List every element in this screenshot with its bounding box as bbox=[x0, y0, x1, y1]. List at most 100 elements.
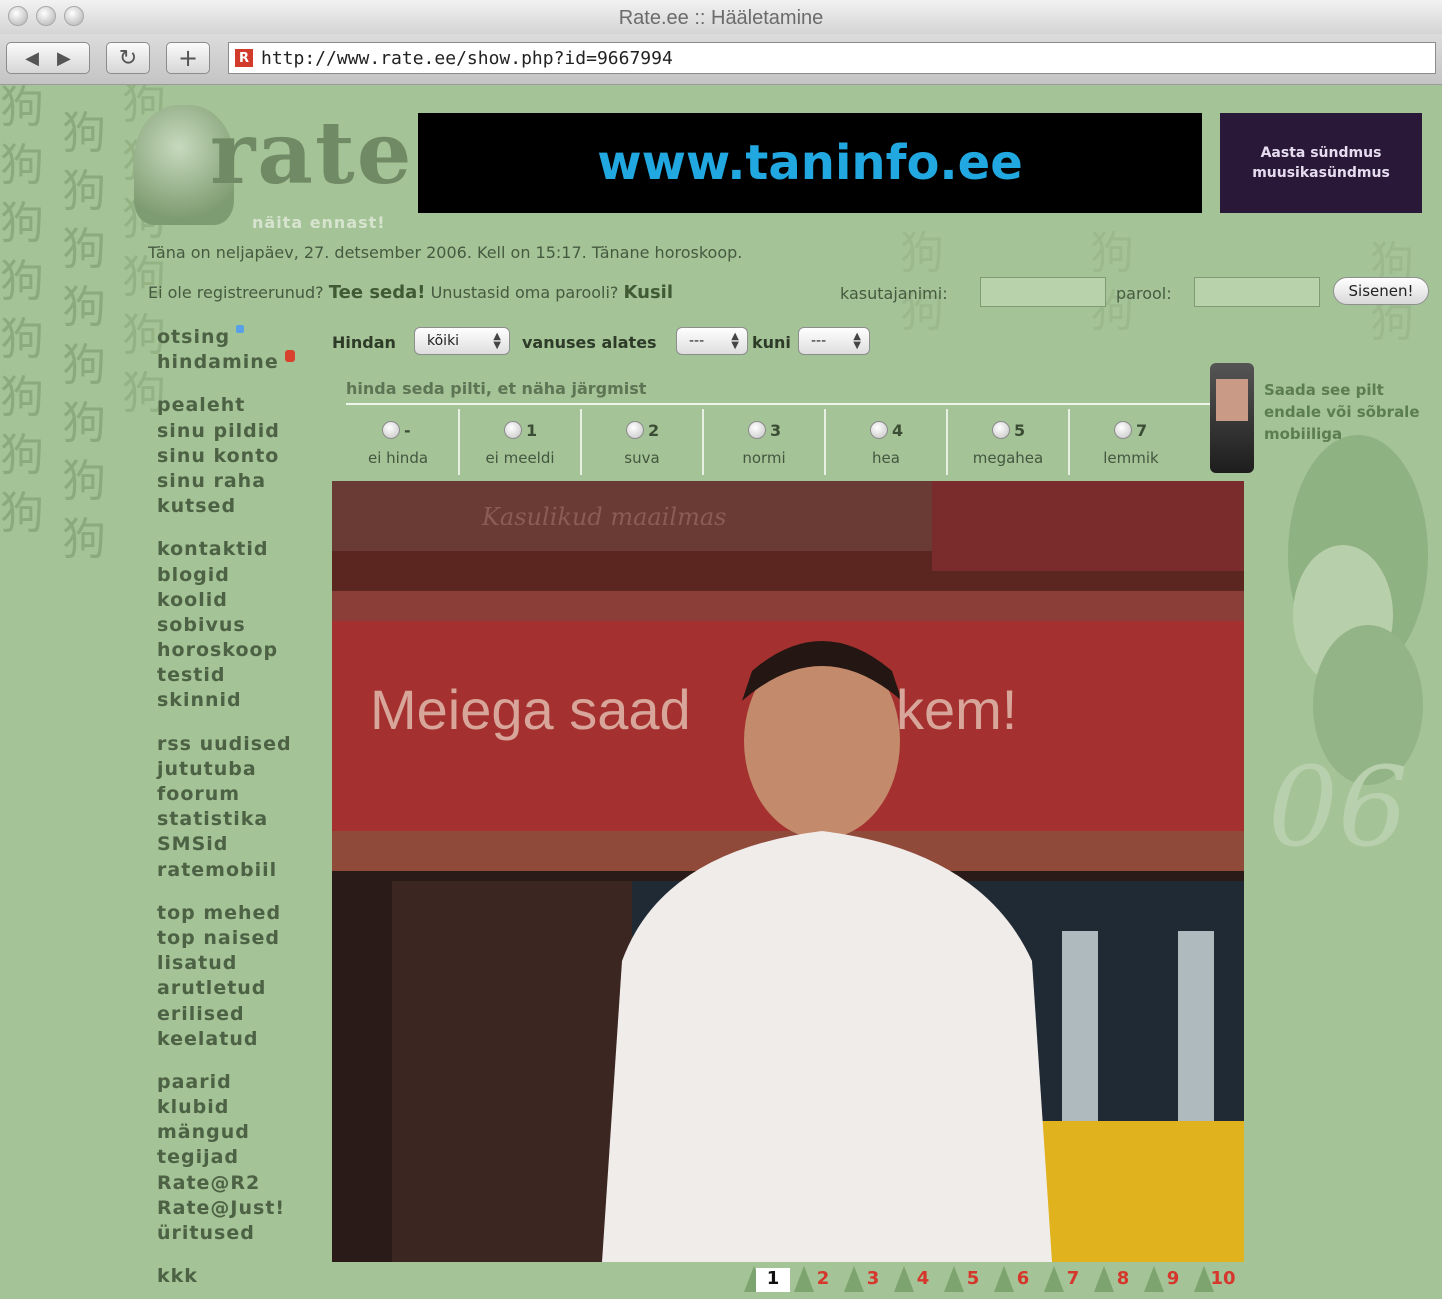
nav-item[interactable]: pealeht bbox=[157, 393, 327, 418]
back-arrow-icon[interactable]: ◀ bbox=[25, 48, 39, 69]
nav-item[interactable]: klubid bbox=[157, 1095, 327, 1120]
address-bar[interactable]: R http://www.rate.ee/show.php?id=9667994 bbox=[228, 42, 1436, 74]
register-question: Ei ole registreerunud? bbox=[148, 283, 324, 302]
nav-item[interactable]: sinu konto bbox=[157, 444, 327, 469]
side-ad-line1: Aasta sündmus bbox=[1260, 145, 1382, 161]
favicon-icon: R bbox=[235, 49, 253, 67]
nav-item[interactable]: top mehed bbox=[157, 901, 327, 926]
ad-banner[interactable]: www.taninfo.ee bbox=[418, 113, 1202, 213]
rating-option[interactable]: 3 normi bbox=[704, 409, 826, 475]
rating-option[interactable]: - ei hinda bbox=[338, 409, 460, 475]
rating-option[interactable]: 5 megahea bbox=[948, 409, 1070, 475]
nav-item[interactable]: üritused bbox=[157, 1221, 327, 1246]
username-input[interactable] bbox=[980, 277, 1106, 307]
nav-item[interactable]: paarid bbox=[157, 1070, 327, 1095]
pager-page[interactable]: 4 bbox=[894, 1266, 944, 1292]
pager-page[interactable]: 2 bbox=[794, 1266, 844, 1292]
rate-prompt: hinda seda pilti, et näha järgmist bbox=[346, 379, 647, 398]
svg-text:06: 06 bbox=[1268, 743, 1408, 865]
rating-radio[interactable] bbox=[992, 421, 1010, 439]
nav-item[interactable]: rss uudised bbox=[157, 732, 327, 757]
nav-item[interactable]: koolid bbox=[157, 588, 327, 613]
rating-option[interactable]: 2 suva bbox=[582, 409, 704, 475]
rating-number: 7 bbox=[1136, 421, 1148, 440]
register-link[interactable]: Tee seda! bbox=[329, 282, 426, 303]
reload-icon: ↻ bbox=[118, 45, 138, 71]
forgot-link[interactable]: Kusil bbox=[624, 282, 674, 303]
rating-option[interactable]: 7 lemmik bbox=[1070, 409, 1192, 475]
pager-page[interactable]: 6 bbox=[994, 1266, 1044, 1292]
pager-page[interactable]: 1 bbox=[744, 1266, 794, 1292]
nav-item[interactable]: lisatud bbox=[157, 951, 327, 976]
age-to-select[interactable]: --- ▲ ▼ bbox=[798, 327, 870, 355]
nav-item[interactable]: horoskoop bbox=[157, 638, 327, 663]
add-bookmark-button[interactable]: + bbox=[166, 42, 210, 74]
site-logo[interactable]: rate näita ennast! bbox=[130, 95, 420, 235]
side-ad-line2: muusikasündmus bbox=[1252, 165, 1390, 181]
nav-item[interactable]: sinu pildid bbox=[157, 419, 327, 444]
back-forward-buttons[interactable]: ◀ ▶ bbox=[6, 42, 90, 74]
side-ad[interactable]: Aasta sündmus muusikasündmus bbox=[1220, 113, 1422, 213]
nav-item[interactable]: SMSid bbox=[157, 832, 327, 857]
nav-item[interactable]: foorum bbox=[157, 782, 327, 807]
pager-page[interactable]: 5 bbox=[944, 1266, 994, 1292]
rating-radio[interactable] bbox=[870, 421, 888, 439]
nav-item[interactable]: tegijad bbox=[157, 1145, 327, 1170]
rating-radio[interactable] bbox=[626, 421, 644, 439]
nav-item[interactable]: ratemobiil bbox=[157, 858, 327, 883]
rating-label: normi bbox=[742, 449, 786, 467]
nav-item[interactable]: Rate@Just! bbox=[157, 1196, 327, 1221]
rating-label: lemmik bbox=[1103, 449, 1159, 467]
pager-page[interactable]: 8 bbox=[1094, 1266, 1144, 1292]
pager-page[interactable]: 9 bbox=[1144, 1266, 1194, 1292]
rating-label: ei hinda bbox=[367, 449, 429, 467]
login-button[interactable]: Sisenen! bbox=[1333, 277, 1429, 305]
pager-page[interactable]: 7 bbox=[1044, 1266, 1094, 1292]
nav-item[interactable]: top naised bbox=[157, 926, 327, 951]
gender-select[interactable]: kõiki ▲ ▼ bbox=[414, 327, 510, 355]
reload-button[interactable]: ↻ bbox=[106, 42, 150, 74]
nav-item[interactable]: kutsed bbox=[157, 494, 327, 519]
select-arrows-icon: ▲ ▼ bbox=[493, 331, 501, 351]
nav-item[interactable]: hindamine bbox=[157, 350, 327, 375]
rating-radio[interactable] bbox=[748, 421, 766, 439]
rating-label: suva bbox=[624, 449, 660, 467]
rated-photo[interactable]: Kasulikud maailmas Meiega saad kem! bbox=[332, 481, 1244, 1262]
pager-page[interactable]: 3 bbox=[844, 1266, 894, 1292]
pager-page[interactable]: 10 bbox=[1194, 1266, 1244, 1292]
nav-item[interactable]: sobivus bbox=[157, 613, 327, 638]
window-title: Rate.ee :: Hääletamine bbox=[618, 7, 824, 29]
rating-option[interactable]: 1 ei meeldi bbox=[460, 409, 582, 475]
rating-radio[interactable] bbox=[1114, 421, 1132, 439]
forward-arrow-icon[interactable]: ▶ bbox=[57, 48, 71, 69]
nav-item[interactable]: sinu raha bbox=[157, 469, 327, 494]
nav-item[interactable]: mängud bbox=[157, 1120, 327, 1145]
rating-number: 3 bbox=[770, 421, 782, 440]
age-from-select[interactable]: --- ▲ ▼ bbox=[676, 327, 748, 355]
rating-option[interactable]: 4 hea bbox=[826, 409, 948, 475]
nav-item[interactable]: testid bbox=[157, 663, 327, 688]
nav-item[interactable]: blogid bbox=[157, 563, 327, 588]
nav-item[interactable]: skinnid bbox=[157, 688, 327, 713]
nav-item[interactable]: Rate@R2 bbox=[157, 1171, 327, 1196]
nav-item[interactable]: erilised bbox=[157, 1002, 327, 1027]
plus-icon: + bbox=[177, 44, 199, 72]
nav-item[interactable]: otsing bbox=[157, 325, 327, 350]
url-text[interactable]: http://www.rate.ee/show.php?id=9667994 bbox=[261, 48, 673, 69]
banner-text: www.taninfo.ee bbox=[597, 135, 1023, 191]
nav-item[interactable]: keelatud bbox=[157, 1027, 327, 1052]
nav-item[interactable]: arutletud bbox=[157, 976, 327, 1001]
divider bbox=[346, 403, 1210, 405]
password-input[interactable] bbox=[1194, 277, 1320, 307]
nav-item[interactable]: jututuba bbox=[157, 757, 327, 782]
rating-number: 4 bbox=[892, 421, 904, 440]
dragon-decoration-icon: 06 bbox=[1268, 435, 1428, 865]
nav-item[interactable]: statistika bbox=[157, 807, 327, 832]
rating-number: 2 bbox=[648, 421, 660, 440]
nav-item[interactable]: kkk bbox=[157, 1264, 327, 1289]
rating-radio[interactable] bbox=[382, 421, 400, 439]
rating-radio[interactable] bbox=[504, 421, 522, 439]
nav-item[interactable]: kontaktid bbox=[157, 537, 327, 562]
age-from-label: vanuses alates bbox=[522, 333, 657, 352]
sidebar-nav: otsing hindamine pealeht sinu pildid sin… bbox=[157, 325, 327, 1289]
